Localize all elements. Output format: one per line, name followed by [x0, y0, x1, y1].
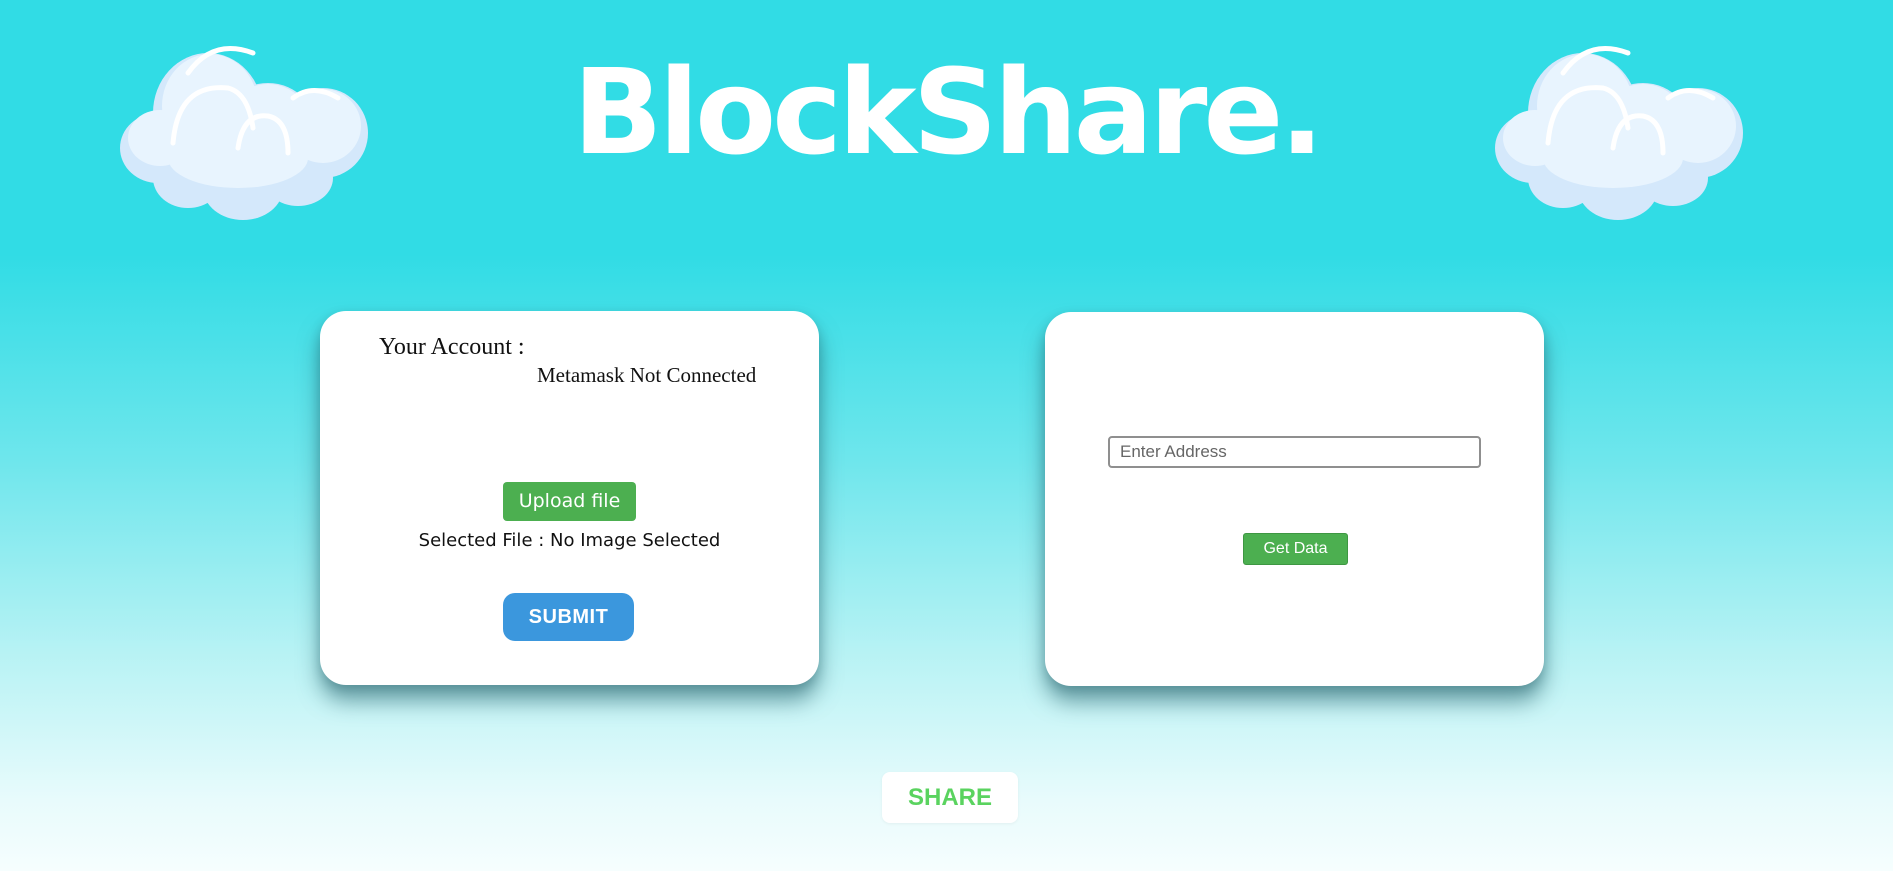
share-button[interactable]: SHARE: [882, 772, 1018, 823]
upload-file-button[interactable]: Upload file: [503, 482, 636, 521]
upload-card: Your Account : Metamask Not Connected Up…: [320, 311, 819, 685]
page-title: BlockShare.: [572, 43, 1325, 181]
account-value: Metamask Not Connected: [537, 363, 757, 387]
get-data-button[interactable]: Get Data: [1243, 533, 1348, 565]
account-label: Your Account :: [379, 334, 525, 360]
address-input[interactable]: [1108, 436, 1481, 468]
submit-button[interactable]: SUBMIT: [503, 593, 634, 641]
selected-file-text: Selected File : No Image Selected: [418, 530, 721, 551]
lookup-card: Get Data: [1045, 312, 1544, 686]
